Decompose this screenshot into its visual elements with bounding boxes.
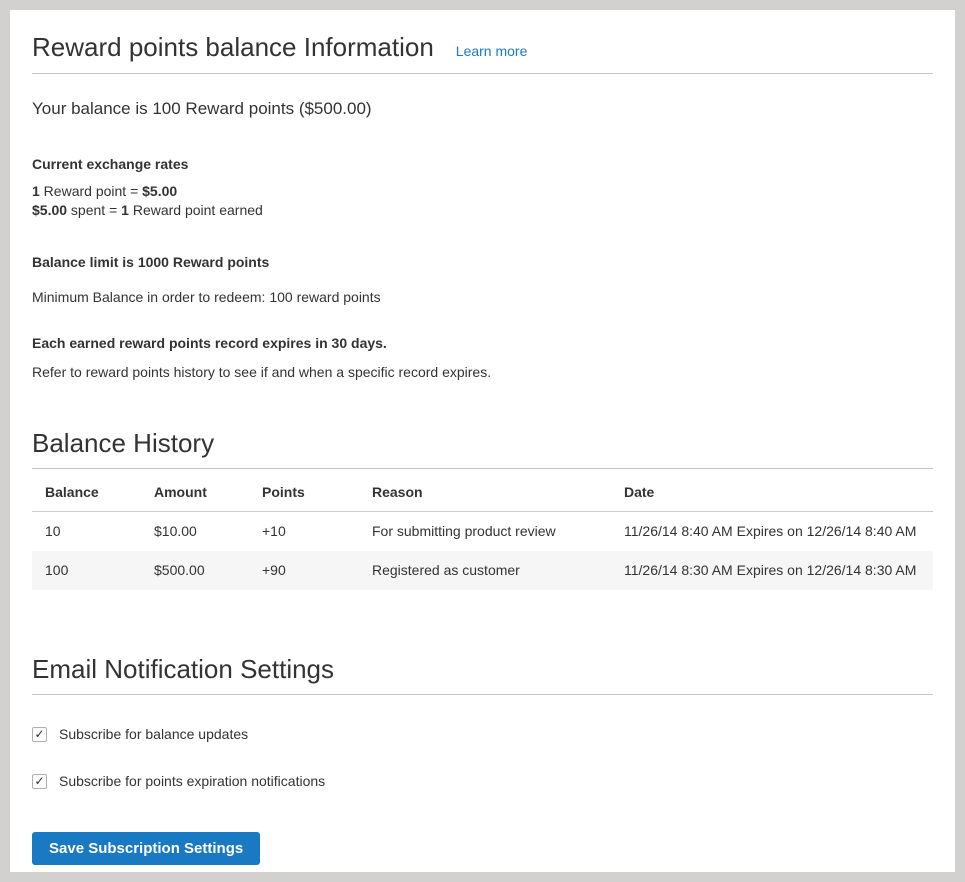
rate-line-spend: $5.00 spent = 1 Reward point earned <box>32 201 933 220</box>
rate-text: spent = <box>67 202 121 218</box>
subscribe-balance-updates-checkbox[interactable]: ✓ <box>32 727 47 742</box>
balance-history-table: Balance Amount Points Reason Date 10 $10… <box>32 469 933 590</box>
cell-points: +10 <box>249 512 359 552</box>
column-header-reason: Reason <box>359 469 611 512</box>
checkmark-icon: ✓ <box>34 775 44 787</box>
subscribe-balance-updates-label[interactable]: Subscribe for balance updates <box>59 726 248 742</box>
cell-date: 11/26/14 8:30 AM Expires on 12/26/14 8:3… <box>611 551 933 590</box>
checkmark-icon: ✓ <box>34 728 44 740</box>
exchange-rates-heading: Current exchange rates <box>32 154 933 174</box>
table-header-row: Balance Amount Points Reason Date <box>32 469 933 512</box>
expiry-line: Each earned reward points record expires… <box>32 333 933 353</box>
cell-points: +90 <box>249 551 359 590</box>
rate-line-earn: 1 Reward point = $5.00 <box>32 182 933 201</box>
table-row: 10 $10.00 +10 For submitting product rev… <box>32 512 933 552</box>
cell-balance: 10 <box>32 512 141 552</box>
balance-history-heading: Balance History <box>32 428 933 469</box>
save-subscription-settings-button[interactable]: Save Subscription Settings <box>32 832 260 865</box>
column-header-balance: Balance <box>32 469 141 512</box>
balance-summary: Your balance is 100 Reward points ($500.… <box>32 98 933 119</box>
page-title: Reward points balance Information <box>32 32 434 62</box>
column-header-date: Date <box>611 469 933 512</box>
exchange-rates: 1 Reward point = $5.00 $5.00 spent = 1 R… <box>32 182 933 220</box>
balance-limit-line: Balance limit is 1000 Reward points <box>32 252 933 272</box>
cell-amount: $500.00 <box>141 551 249 590</box>
minimum-balance-line: Minimum Balance in order to redeem: 100 … <box>32 287 933 307</box>
cell-reason: Registered as customer <box>359 551 611 590</box>
cell-date: 11/26/14 8:40 AM Expires on 12/26/14 8:4… <box>611 512 933 552</box>
subscribe-expiration-notifications-field: ✓ Subscribe for points expiration notifi… <box>32 773 933 789</box>
table-row: 100 $500.00 +90 Registered as customer 1… <box>32 551 933 590</box>
learn-more-link[interactable]: Learn more <box>456 43 528 59</box>
column-header-points: Points <box>249 469 359 512</box>
cell-balance: 100 <box>32 551 141 590</box>
rate-points-value: 1 <box>32 183 40 199</box>
rate-money-value: $5.00 <box>142 183 177 199</box>
page-title-row: Reward points balance Information Learn … <box>32 22 933 74</box>
cell-amount: $10.00 <box>141 512 249 552</box>
rate-text: Reward point earned <box>129 202 263 218</box>
subscribe-expiration-notifications-label[interactable]: Subscribe for points expiration notifica… <box>59 773 325 789</box>
subscribe-balance-updates-field: ✓ Subscribe for balance updates <box>32 726 933 742</box>
refer-history-line: Refer to reward points history to see if… <box>32 362 933 382</box>
rate-money-value: $5.00 <box>32 202 67 218</box>
column-header-amount: Amount <box>141 469 249 512</box>
email-notification-heading: Email Notification Settings <box>32 654 933 695</box>
rate-points-value: 1 <box>121 202 129 218</box>
cell-reason: For submitting product review <box>359 512 611 552</box>
reward-points-panel: Reward points balance Information Learn … <box>10 10 955 872</box>
rate-text: Reward point = <box>40 183 142 199</box>
subscribe-expiration-notifications-checkbox[interactable]: ✓ <box>32 774 47 789</box>
